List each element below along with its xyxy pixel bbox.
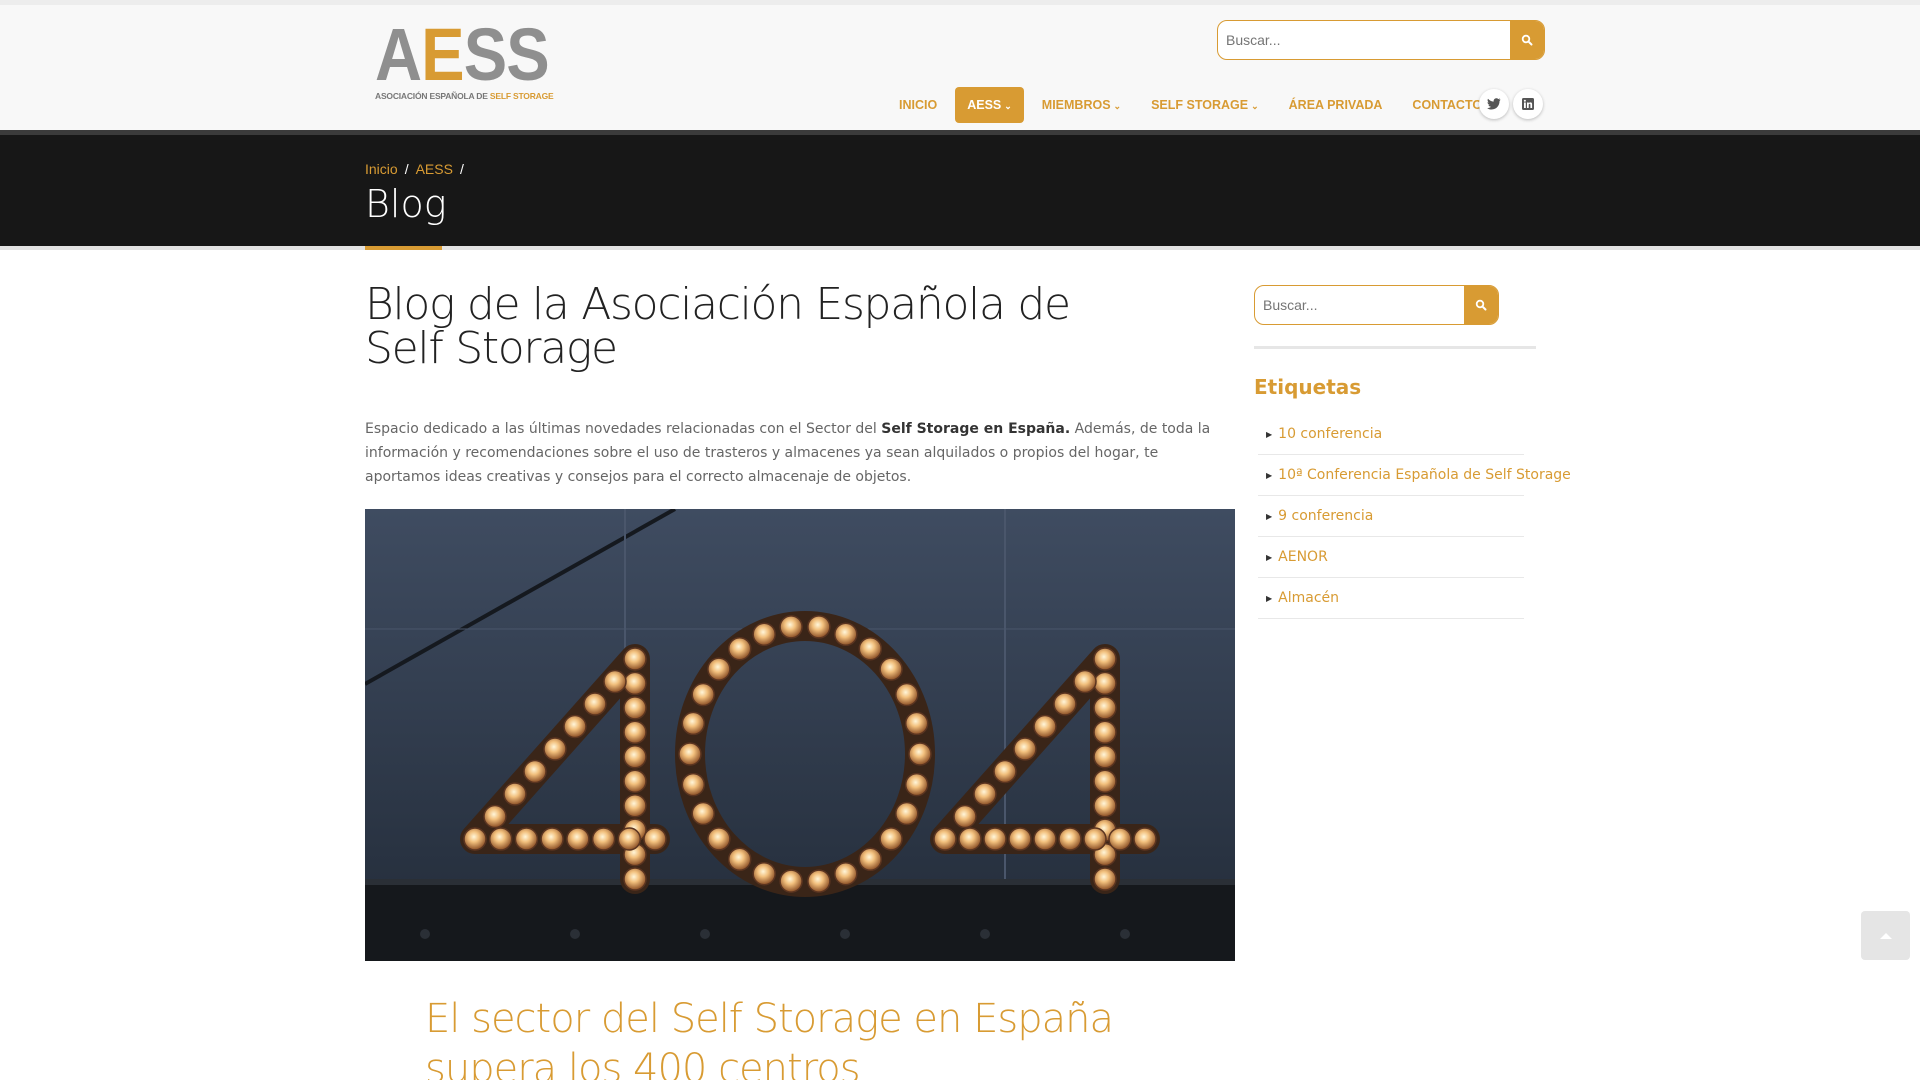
search-icon [1521,34,1533,46]
search-icon [1475,299,1487,311]
post-title[interactable]: El sector del Self Storage en España sup… [425,994,1245,1080]
title-band-border [0,246,1920,250]
breadcrumb-separator: / [459,161,464,177]
nav-item-aess[interactable]: AESS ⌄ [955,87,1024,123]
chevron-down-icon: ⌄ [1004,101,1012,111]
post-featured-image[interactable] [365,509,1235,961]
linkedin-icon [1522,98,1534,110]
nav-item-inicio[interactable]: INICIO [884,87,952,123]
back-to-top-button[interactable] [1861,911,1910,960]
tag-item[interactable]: ▶ AENOR [1258,537,1524,578]
sidebar-search [1254,285,1499,325]
tag-item[interactable]: ▶ 10 conferencia [1258,414,1524,455]
bullet-icon: ▶ [1266,593,1273,603]
lightbulb-404-sign-image [365,509,1235,961]
sidebar-search-input[interactable] [1255,286,1465,324]
header-search-button[interactable] [1510,21,1544,59]
header-search-input[interactable] [1218,21,1510,59]
chevron-down-icon: ⌄ [1251,101,1259,111]
chevron-up-icon [1879,932,1892,939]
bullet-icon: ▶ [1266,552,1273,562]
twitter-button[interactable] [1479,89,1509,119]
tags-list: ▶ 10 conferencia ▶ 10ª Conferencia Español… [1258,414,1571,619]
twitter-icon [1487,98,1501,110]
blog-intro: Espacio dedicado a las últimas novedades… [365,421,1211,485]
bullet-icon: ▶ [1266,429,1273,439]
bullet-icon: ▶ [1266,470,1273,480]
tags-heading: Etiquetas [1254,375,1362,399]
tag-item[interactable]: ▶ Almacén [1258,578,1524,619]
breadcrumb-aess[interactable]: AESS [416,161,453,177]
page-title: Blog [365,182,447,226]
tag-item[interactable]: ▶ 9 conferencia [1258,496,1524,537]
chevron-down-icon: ⌄ [1113,101,1122,111]
sidebar-divider [1254,346,1536,349]
title-underline [365,246,442,250]
bullet-icon: ▶ [1266,511,1273,521]
page-title-band: Inicio / AESS / Blog [0,130,1920,246]
nav-item-area-privada[interactable]: ÁREA PRIVADA [1274,87,1398,123]
aess-logo[interactable]: AESS ASOCIACIÓN ESPAÑOLA DE SELF STORAGE [375,13,554,105]
breadcrumb-separator: / [404,161,409,177]
sidebar-search-button[interactable] [1464,286,1498,324]
logo-wordmark: AESS [375,13,550,96]
header-search [1217,20,1545,60]
breadcrumb: Inicio / AESS / [365,161,471,177]
breadcrumb-inicio[interactable]: Inicio [365,161,398,177]
main-nav: INICIO AESS ⌄ MIEMBROS ⌄ SELF STORAGE ⌄ ÁRE… [884,87,1497,123]
linkedin-button[interactable] [1513,89,1543,119]
blog-heading: Blog de la Asociación Española de Self S… [365,279,1071,374]
nav-item-miembros[interactable]: MIEMBROS ⌄ [1027,87,1136,123]
nav-item-self-storage[interactable]: SELF STORAGE ⌄ [1136,87,1274,123]
site-header: AESS ASOCIACIÓN ESPAÑOLA DE SELF STORAGE… [0,0,1920,130]
tag-item[interactable]: ▶ 10ª Conferencia Española de Self Storag… [1258,455,1571,496]
